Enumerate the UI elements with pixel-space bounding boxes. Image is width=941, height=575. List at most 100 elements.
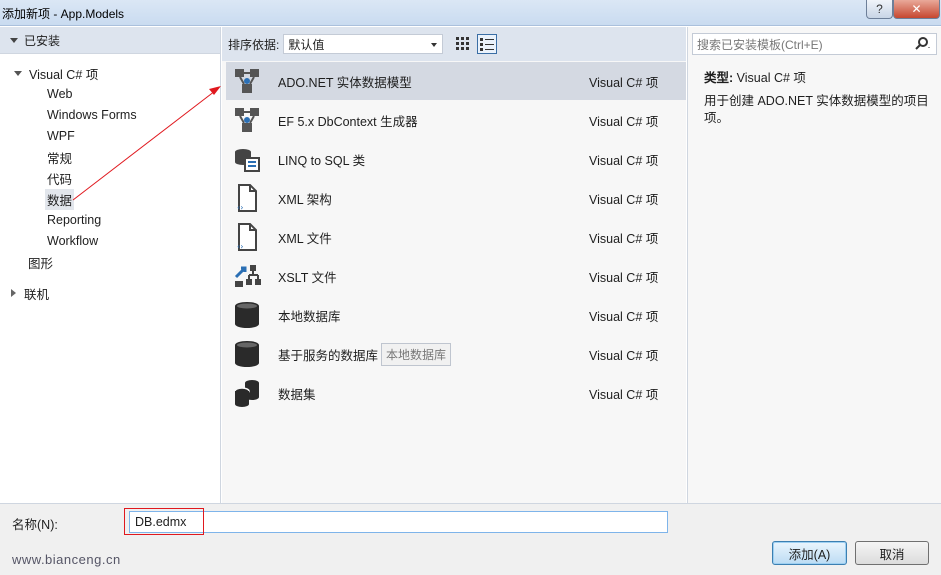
list-item-dataset[interactable]: 数据集 Visual C# 项 — [226, 374, 686, 412]
help-icon: ? — [876, 2, 883, 16]
sort-dropdown[interactable]: 默认值 — [283, 34, 444, 54]
tree-item-workflow[interactable]: Workflow — [47, 231, 98, 251]
tree-item-label: Windows Forms — [47, 108, 137, 122]
item-language: Visual C# 项 — [589, 75, 659, 90]
search-input[interactable]: 搜索已安装模板(Ctrl+E) — [692, 33, 937, 55]
dataset-icon — [231, 377, 263, 409]
list-item-linq-to-sql[interactable]: LINQ to SQL 类 Visual C# 项 — [226, 140, 686, 178]
list-item-local-database[interactable]: 本地数据库 Visual C# 项 — [226, 296, 686, 334]
tree-item-label: 代码 — [47, 172, 73, 187]
xslt-file-icon — [231, 260, 263, 292]
tree-item-code[interactable]: 代码 — [47, 168, 72, 188]
chevron-down-icon — [431, 43, 438, 47]
tree-item-data[interactable]: 数据 — [45, 188, 75, 210]
close-button[interactable]: ✕ — [893, 0, 940, 19]
list-item-service-database[interactable]: 基于服务的数据库 本地数据库 Visual C# 项 — [226, 335, 686, 373]
service-database-icon — [231, 338, 263, 370]
item-language: Visual C# 项 — [589, 114, 659, 129]
item-name: LINQ to SQL 类 — [278, 153, 366, 168]
linq-to-sql-icon — [231, 143, 263, 175]
item-name: XML 文件 — [278, 231, 332, 246]
item-language: Visual C# 项 — [589, 387, 659, 402]
item-language: Visual C# 项 — [589, 348, 659, 363]
tree-item-label: WPF — [47, 129, 75, 143]
tree-item-label: 图形 — [28, 256, 54, 271]
annotation-highlight-box — [124, 508, 204, 535]
list-view-icon — [480, 38, 495, 51]
tree-item-windows-forms[interactable]: Windows Forms — [47, 105, 137, 125]
name-field[interactable]: DB.edmx — [129, 511, 668, 533]
sort-value: 默认值 — [288, 37, 325, 52]
item-name: 数据集 — [278, 387, 316, 402]
item-name: XML 架构 — [278, 192, 332, 207]
svg-text:‹›: ‹› — [237, 203, 243, 212]
local-database-chip: 本地数据库 — [381, 342, 452, 366]
name-label: 名称(N): — [12, 518, 58, 532]
close-icon: ✕ — [911, 2, 922, 16]
item-name: 基于服务的数据库 — [278, 348, 379, 363]
template-tree-panel: 已安装 Visual C# 项 Web Windows Forms WPF 常规… — [0, 27, 221, 503]
grid-view-icon — [456, 37, 470, 50]
expand-icon — [14, 70, 22, 76]
tree-item-label: 数据 — [45, 188, 75, 210]
tree-item-label: Workflow — [47, 234, 99, 248]
watermark: www.bianceng.cn — [12, 552, 121, 567]
list-item-xml-file[interactable]: ‹› XML 文件 Visual C# 项 — [226, 218, 686, 256]
tree-item-label: 常规 — [47, 151, 73, 166]
search-placeholder: 搜索已安装模板(Ctrl+E) — [697, 37, 823, 52]
item-language: Visual C# 项 — [589, 153, 659, 168]
item-language: Visual C# 项 — [589, 270, 659, 285]
ado-net-entity-icon — [231, 65, 263, 97]
expand-icon — [10, 37, 18, 43]
item-language: Visual C# 项 — [589, 192, 659, 207]
list-item-ado-net[interactable]: ADO.NET 实体数据模型 Visual C# 项 — [226, 62, 686, 100]
item-name: ADO.NET 实体数据模型 — [278, 75, 412, 90]
search-icon[interactable] — [914, 36, 930, 52]
tree-item-wpf[interactable]: WPF — [47, 126, 75, 146]
template-list: ADO.NET 实体数据模型 Visual C# 项 EF 5.x DbCont… — [222, 61, 686, 503]
cancel-button-label: 取消 — [879, 547, 905, 562]
title-bar: 添加新项 - App.Models ? ✕ — [0, 0, 941, 26]
list-view-button[interactable] — [477, 34, 498, 54]
tree-item-web[interactable]: Web — [47, 84, 72, 104]
window-title: 添加新项 - App.Models — [2, 7, 125, 21]
add-button-label: 添加(A) — [788, 547, 831, 562]
item-name: 本地数据库 — [278, 309, 341, 324]
add-button[interactable]: 添加(A) — [772, 541, 847, 565]
detail-type: 类型: Visual C# 项 — [704, 67, 806, 86]
xml-schema-icon: ‹› — [231, 182, 263, 214]
local-database-icon — [231, 299, 263, 331]
installed-header[interactable]: 已安装 — [0, 27, 220, 54]
cancel-button[interactable]: 取消 — [855, 541, 929, 565]
collapsed-icon — [11, 289, 16, 297]
item-language: Visual C# 项 — [589, 231, 659, 246]
list-item-xml-schema[interactable]: ‹› XML 架构 Visual C# 项 — [226, 179, 686, 217]
detail-description: 用于创建 ADO.NET 实体数据模型的项目项。 — [704, 94, 929, 125]
tree-item-label: Web — [47, 87, 73, 101]
xml-file-icon: ‹› — [231, 221, 263, 253]
item-name: XSLT 文件 — [278, 270, 337, 285]
tree-item-label: Reporting — [47, 213, 102, 227]
sort-label: 排序依据: — [228, 37, 280, 52]
grid-view-button[interactable] — [453, 34, 473, 54]
dbcontext-generator-icon — [231, 104, 263, 136]
sort-toolbar: 排序依据: 默认值 — [222, 27, 686, 61]
type-label: 类型: — [704, 71, 734, 85]
tree-item-label: 联机 — [24, 287, 50, 302]
help-button[interactable]: ? — [866, 0, 893, 19]
svg-text:‹›: ‹› — [237, 242, 243, 251]
tree-item-reporting[interactable]: Reporting — [47, 210, 101, 230]
installed-label: 已安装 — [24, 33, 61, 48]
type-value: Visual C# 项 — [736, 71, 806, 85]
bottom-bar: 名称(N): DB.edmx 添加(A) 取消 www.bianceng.cn — [0, 503, 941, 575]
details-panel: 搜索已安装模板(Ctrl+E) 类型: Visual C# 项 用于创建 ADO… — [687, 27, 941, 503]
item-name: EF 5.x DbContext 生成器 — [278, 114, 418, 129]
item-language: Visual C# 项 — [589, 309, 659, 324]
list-item-xslt-file[interactable]: XSLT 文件 Visual C# 项 — [226, 257, 686, 295]
tree-item-general[interactable]: 常规 — [47, 147, 72, 167]
list-item-ef-dbcontext[interactable]: EF 5.x DbContext 生成器 Visual C# 项 — [226, 101, 686, 139]
tree-item-label: Visual C# 项 — [29, 67, 99, 82]
tree-item-graphics[interactable]: 图形 — [28, 252, 53, 272]
tree-item-online[interactable]: 联机 — [11, 283, 49, 303]
tree-item-visual-csharp[interactable]: Visual C# 项 — [14, 63, 98, 83]
